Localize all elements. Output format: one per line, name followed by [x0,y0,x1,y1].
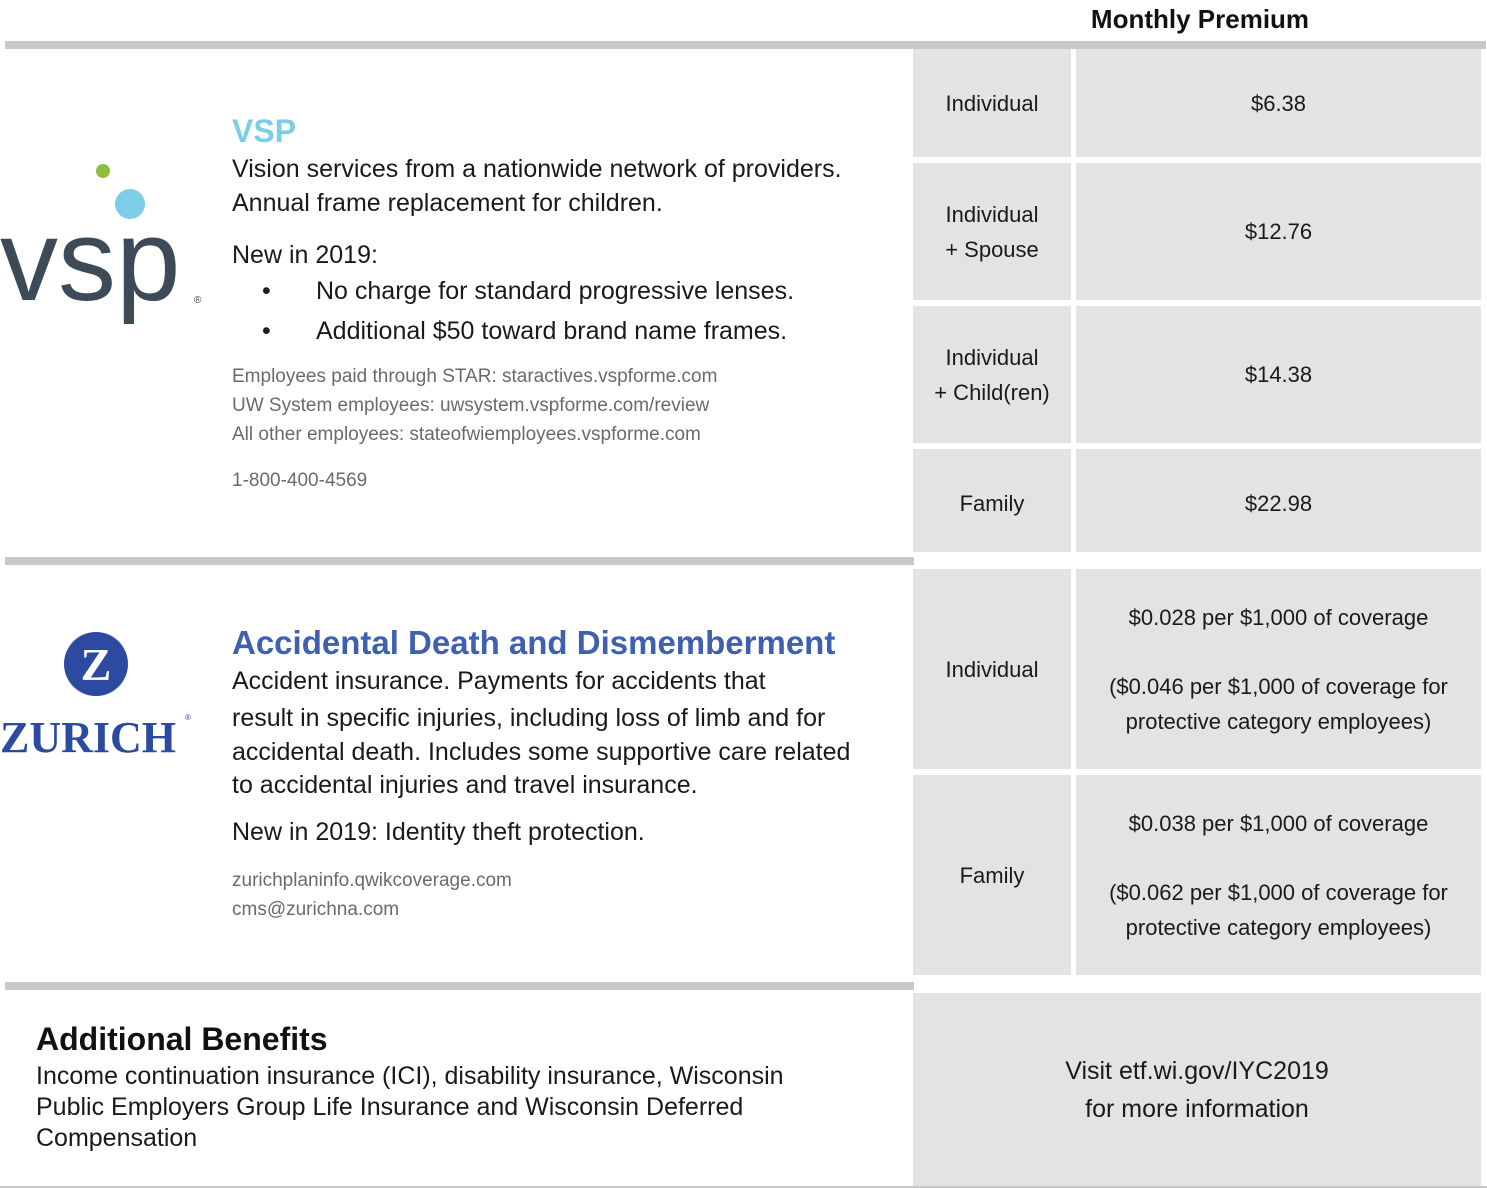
monthly-premium-header: Monthly Premium [1090,4,1310,34]
vsp-bullet-item: • Additional $50 toward brand name frame… [262,314,794,348]
add-link-email[interactable]: cms@zurichna.com [232,895,399,924]
section-divider-1 [5,557,914,565]
add-link-website[interactable]: zurichplaninfo.qwikcoverage.com [232,866,512,895]
vsp-new-in-2019-label: New in 2019: [232,241,378,269]
vsp-price-individual: $6.38 [1076,49,1481,157]
add-price-individual: $0.028 per $1,000 of coverage ($0.046 pe… [1076,569,1481,769]
top-divider [5,41,1486,49]
add-new-in-2019: New in 2019: Identity theft protection. [232,818,645,846]
vsp-tier-family: Family [913,449,1071,552]
add-description-line: Accident insurance. Payments for acciden… [232,667,766,695]
add-rate-family: $0.038 per $1,000 of coverage [1128,810,1429,836]
vsp-bullet-text: Additional $50 toward brand name frames. [316,317,788,345]
vsp-tier-children: Individual + Child(ren) [913,306,1071,443]
visit-etf-more-info: for more information [1085,1094,1309,1123]
svg-text:®: ® [194,295,202,306]
add-title: Accidental Death and Dismemberment [232,624,836,661]
zurich-logo-wordmark: ZURICH [0,713,176,762]
vsp-bullet-list: • No charge for standard progressive len… [232,268,794,348]
visit-etf-link[interactable]: Visit etf.wi.gov/IYC2019 [1065,1052,1329,1090]
vsp-link-star[interactable]: Employees paid through STAR: staractives… [232,362,717,391]
vsp-description-line2: Annual frame replacement for children. [232,189,663,217]
vsp-link-uw[interactable]: UW System employees: uwsystem.vspforme.c… [232,391,709,420]
vsp-bullet-text: No charge for standard progressive lense… [316,277,795,305]
add-description-line: result in specific injuries, including l… [232,704,826,732]
vsp-price-children: $14.38 [1076,306,1481,443]
add-tier-family: Family [913,775,1071,975]
add-description-line: to accidental injuries and travel insura… [232,771,698,799]
vsp-bullet-item: • No charge for standard progressive len… [262,274,794,308]
add-rate-individual: $0.028 per $1,000 of coverage [1128,604,1429,630]
add-tier-individual: Individual [913,569,1071,769]
vsp-link-other[interactable]: All other employees: stateofwiemployees.… [232,420,701,449]
add-description-line: accidental death. Includes some supporti… [232,738,851,766]
visit-etf-cell: Visit etf.wi.gov/IYC2019 for more inform… [913,993,1481,1186]
vsp-tier-individual: Individual [913,49,1071,157]
vsp-logo-wordmark: vsp [0,195,181,325]
vsp-price-family: $22.98 [1076,449,1481,552]
add-price-family: $0.038 per $1,000 of coverage ($0.062 pe… [1076,775,1481,975]
zurich-logo-z: Z [81,639,112,690]
additional-benefits-title: Additional Benefits [36,1021,328,1057]
zurich-logo: Z ZURICH ® [0,630,200,765]
vsp-description-line1: Vision services from a nationwide networ… [232,155,842,183]
add-protective-individual-line1: ($0.046 per $1,000 of coverage for [1109,673,1448,699]
vsp-price-spouse: $12.76 [1076,163,1481,300]
vsp-title: VSP [232,113,297,149]
vsp-phone: 1-800-400-4569 [232,470,368,491]
vsp-tier-spouse: Individual + Spouse [913,163,1071,300]
additional-benefits-description: Income continuation insurance (ICI), dis… [36,1062,784,1152]
add-protective-family-line1: ($0.062 per $1,000 of coverage for [1109,879,1448,905]
add-protective-individual-line2: protective category employees) [1125,708,1432,734]
section-divider-2 [5,982,914,990]
vsp-logo: vsp ® [0,158,215,330]
add-protective-family-line2: protective category employees) [1125,914,1432,940]
svg-text:®: ® [185,713,191,722]
vsp-logo-green-dot [96,164,110,178]
